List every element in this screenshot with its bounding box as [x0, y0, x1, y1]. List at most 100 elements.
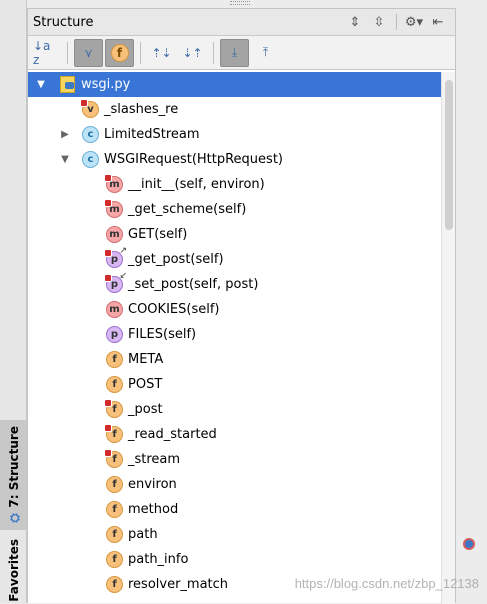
right-tool-stripe: [455, 0, 487, 603]
tree-item[interactable]: m _get_scheme(self): [28, 197, 441, 222]
tree-item[interactable]: p FILES(self): [28, 322, 441, 347]
no-toggle: [82, 578, 96, 592]
tree-item-label: GET(self): [128, 227, 188, 242]
tree-item-label: path: [128, 527, 158, 542]
accessor-arrow-icon: ↙: [119, 271, 127, 281]
tree-item-label: _get_scheme(self): [128, 202, 247, 217]
no-toggle: [82, 253, 96, 267]
tree-item[interactable]: f _stream: [28, 447, 441, 472]
variable-icon: v: [80, 99, 99, 118]
tree-item[interactable]: f method: [28, 497, 441, 522]
tree-item-label: path_info: [128, 552, 189, 567]
expand-button[interactable]: ⇡⇣: [147, 39, 176, 67]
accessor-arrow-icon: ↗: [119, 246, 127, 256]
method-icon: m: [104, 199, 123, 218]
tree-item[interactable]: p ↙ _set_post(self, post): [28, 271, 441, 297]
tree-item-label: _slashes_re: [104, 102, 179, 117]
tree-item-label: _get_post(self): [128, 252, 224, 267]
structure-tool-tab[interactable]: ⛭ 7: Structure: [0, 420, 27, 530]
panel-title: Structure: [33, 14, 94, 30]
private-lock-icon: [104, 249, 112, 257]
tree-item-label: __init__(self, environ): [128, 177, 265, 192]
no-toggle: [82, 353, 96, 367]
tree-item[interactable]: f environ: [28, 472, 441, 497]
method-icon: m: [104, 174, 123, 193]
tree-item[interactable]: f _post: [28, 397, 441, 422]
no-toggle: [82, 203, 96, 217]
vertical-scrollbar[interactable]: [441, 72, 455, 604]
gear-icon[interactable]: ⚙▾: [403, 12, 425, 32]
no-toggle: [82, 378, 96, 392]
field-icon: f: [106, 526, 123, 543]
method-icon: m: [106, 226, 123, 243]
field-icon: f: [106, 576, 123, 593]
no-toggle: [82, 403, 96, 417]
scroll-thumb[interactable]: [445, 80, 453, 230]
structure-toolbar: ↓a z ⋎ f ⇡⇣ ⇣⇡ ⤓ ⤒: [28, 36, 455, 70]
show-inherited-button[interactable]: ⋎: [74, 38, 103, 67]
collapse-all-icon[interactable]: ⇳: [368, 12, 390, 32]
favorites-tool-tab[interactable]: Favorites: [0, 538, 27, 603]
private-lock-icon: [104, 399, 112, 407]
tree-item[interactable]: f META: [28, 347, 441, 372]
no-toggle: [82, 553, 96, 567]
field-icon: f: [106, 351, 123, 368]
tree-item-label: LimitedStream: [104, 127, 200, 142]
tree-item[interactable]: m GET(self): [28, 222, 441, 247]
private-lock-icon: [80, 99, 88, 107]
private-lock-icon: [104, 174, 112, 182]
no-toggle: [82, 278, 96, 292]
autoscroll-from-source-button[interactable]: ⤒: [251, 39, 280, 67]
tree-item[interactable]: f path: [28, 522, 441, 547]
field-icon: f: [104, 424, 123, 443]
no-toggle: [82, 478, 96, 492]
event-marker-icon[interactable]: [463, 538, 475, 550]
tree-item[interactable]: f POST: [28, 372, 441, 397]
expanded-arrow-icon[interactable]: ▼: [34, 78, 48, 92]
field-icon: f: [104, 449, 123, 468]
tree-item[interactable]: f _read_started: [28, 422, 441, 447]
structure-panel: Structure ⇕ ⇳ ⚙▾ ⇤ ↓a z ⋎ f ⇡⇣ ⇣⇡ ⤓ ⤒ ▼ wsgi.py v _s…: [27, 8, 456, 604]
tree-item[interactable]: m __init__(self, environ): [28, 172, 441, 197]
tree-item-label: wsgi.py: [81, 77, 131, 92]
expand-icon: ⇡⇣: [151, 45, 172, 60]
autoscroll-from-source-icon: ⤒: [262, 45, 269, 59]
expanded-arrow-icon[interactable]: ▼: [58, 153, 72, 167]
tree-item[interactable]: f path_info: [28, 547, 441, 572]
panel-titlebar: Structure ⇕ ⇳ ⚙▾ ⇤: [28, 9, 455, 36]
sort-alpha-button[interactable]: ↓a z: [32, 39, 61, 67]
property-icon: p ↗: [104, 246, 127, 268]
collapse-button[interactable]: ⇣⇡: [178, 39, 207, 67]
structure-tree: ▼ wsgi.py v _slashes_re ▶ c LimitedStream ▼ c WSG…: [28, 72, 441, 604]
show-fields-button[interactable]: f: [105, 38, 134, 67]
field-icon: f: [106, 376, 123, 393]
tree-item[interactable]: ▼ c WSGIRequest(HttpRequest): [28, 147, 441, 172]
tree-item[interactable]: p ↗ _get_post(self): [28, 246, 441, 272]
drag-grip[interactable]: [230, 1, 250, 5]
tree-item-label: WSGIRequest(HttpRequest): [104, 152, 283, 167]
private-lock-icon: [104, 449, 112, 457]
title-actions: ⇕ ⇳ ⚙▾ ⇤: [344, 12, 455, 32]
no-toggle: [82, 303, 96, 317]
tree-item[interactable]: m COOKIES(self): [28, 297, 441, 322]
autoscroll-to-source-icon: ⤓: [231, 45, 238, 59]
expand-all-icon[interactable]: ⇕: [344, 12, 366, 32]
tree-item-label: FILES(self): [128, 327, 197, 342]
tree-item-label: method: [128, 502, 179, 517]
collapse-icon: ⇣⇡: [182, 45, 203, 60]
property-icon: p ↙: [104, 271, 127, 293]
hide-panel-icon[interactable]: ⇤: [427, 12, 449, 32]
structure-tab-icon: ⛭: [6, 511, 21, 524]
field-icon: f: [104, 399, 123, 418]
collapsed-arrow-icon[interactable]: ▶: [58, 128, 72, 142]
show-fields-icon: f: [110, 43, 129, 62]
tree-item-label: _set_post(self, post): [128, 277, 259, 292]
field-icon: f: [106, 551, 123, 568]
tree-item-label: _read_started: [128, 427, 217, 442]
autoscroll-to-source-button[interactable]: ⤓: [220, 38, 249, 67]
no-toggle: [82, 453, 96, 467]
tree-item[interactable]: v _slashes_re: [28, 97, 441, 122]
tree-item[interactable]: ▶ c LimitedStream: [28, 122, 441, 147]
tree-item[interactable]: ▼ wsgi.py: [28, 72, 441, 97]
tree-item-label: _stream: [128, 452, 181, 467]
